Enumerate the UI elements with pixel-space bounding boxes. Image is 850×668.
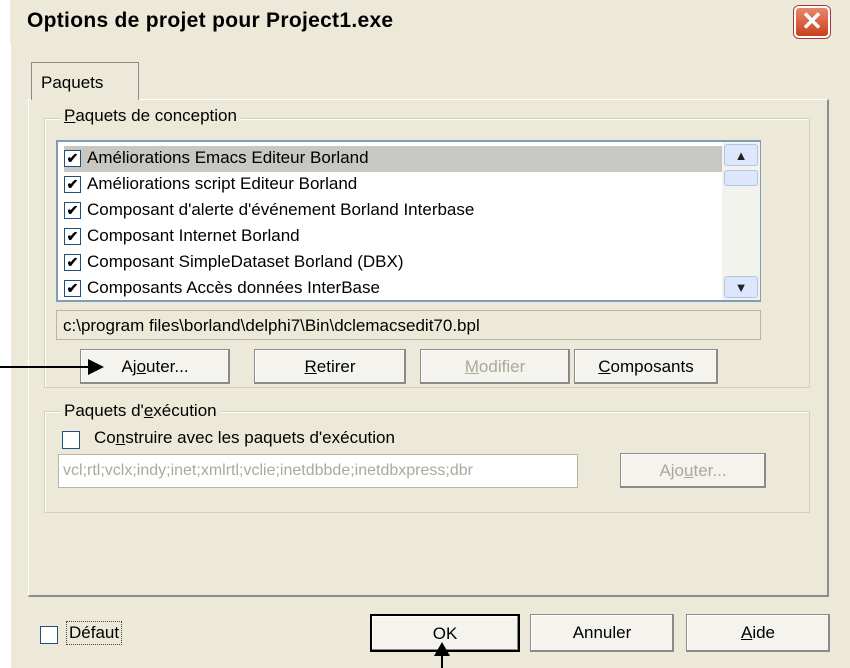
- checkbox-checked[interactable]: ✔: [64, 150, 81, 167]
- remove-button[interactable]: Retirer: [254, 349, 406, 384]
- arrow-up-icon: [434, 642, 450, 656]
- list-item[interactable]: ✔ Améliorations script Editeur Borland: [64, 172, 724, 198]
- design-packages-list[interactable]: ✔ Améliorations Emacs Editeur Borland ✔ …: [56, 140, 761, 302]
- list-item-label: Composants Accès données InterBase: [87, 278, 380, 297]
- tab-label: Paquets: [41, 73, 104, 92]
- modify-button[interactable]: Modifier: [420, 349, 570, 384]
- arrow-right-icon: [88, 359, 104, 375]
- scroll-thumb[interactable]: [724, 170, 758, 186]
- list-item[interactable]: ✔ Composant SimpleDataset Borland (DBX): [64, 250, 724, 276]
- scroll-up-button[interactable]: ▲: [724, 144, 758, 166]
- default-checkbox[interactable]: [40, 626, 58, 644]
- list-item-label: Améliorations script Editeur Borland: [87, 174, 358, 193]
- check-icon: ✔: [66, 150, 79, 166]
- close-icon: ✕: [801, 6, 823, 36]
- build-with-runtime-label: Construire avec les paquets d'exécution: [94, 428, 395, 447]
- checkbox-checked[interactable]: ✔: [64, 176, 81, 193]
- list-item-label: Composant d'alerte d'événement Borland I…: [87, 200, 475, 219]
- checkbox-checked[interactable]: ✔: [64, 202, 81, 219]
- check-icon: ✔: [66, 280, 79, 296]
- scroll-down-button[interactable]: ▼: [724, 276, 758, 298]
- list-item[interactable]: ✔ Améliorations Emacs Editeur Borland: [64, 146, 724, 172]
- annotation-arrow-line: [0, 366, 92, 368]
- list-item-label: Composant SimpleDataset Borland (DBX): [87, 252, 404, 271]
- runtime-packages-legend: Paquets d'exécution: [60, 401, 221, 421]
- check-icon: ✔: [66, 202, 79, 218]
- build-with-runtime-checkbox[interactable]: [62, 431, 80, 449]
- runtime-packages-field[interactable]: vcl;rtl;vclx;indy;inet;xmlrtl;vclie;inet…: [58, 454, 578, 488]
- list-item-label: Composant Internet Borland: [87, 226, 300, 245]
- components-button[interactable]: Composants: [574, 349, 718, 384]
- list-item[interactable]: ✔ Composant d'alerte d'événement Borland…: [64, 198, 724, 224]
- vertical-scrollbar[interactable]: ▲ ▼: [722, 142, 760, 300]
- list-item[interactable]: ✔ Composants Accès données InterBase: [64, 276, 724, 302]
- checkbox-checked[interactable]: ✔: [64, 280, 81, 297]
- check-icon: ✔: [66, 254, 79, 270]
- cancel-button[interactable]: Annuler: [530, 614, 674, 652]
- list-item[interactable]: ✔ Composant Internet Borland: [64, 224, 724, 250]
- checkbox-checked[interactable]: ✔: [64, 254, 81, 271]
- design-packages-legend: Paquets de conception: [60, 106, 241, 126]
- chevron-up-icon: ▲: [734, 148, 748, 163]
- tab-paquets[interactable]: Paquets: [31, 62, 139, 100]
- package-path: c:\program files\borland\delphi7\Bin\dcl…: [56, 310, 761, 340]
- default-label: Défaut: [66, 621, 123, 645]
- dialog-title: Options de projet pour Project1.exe: [27, 9, 394, 32]
- close-button[interactable]: ✕: [794, 6, 830, 38]
- checkbox-checked[interactable]: ✔: [64, 228, 81, 245]
- check-icon: ✔: [66, 176, 79, 192]
- chevron-down-icon: ▼: [734, 280, 748, 295]
- help-button[interactable]: Aide: [686, 614, 830, 652]
- check-icon: ✔: [66, 228, 79, 244]
- list-item-label: Améliorations Emacs Editeur Borland: [87, 148, 369, 167]
- runtime-add-button[interactable]: Ajouter...: [620, 453, 766, 488]
